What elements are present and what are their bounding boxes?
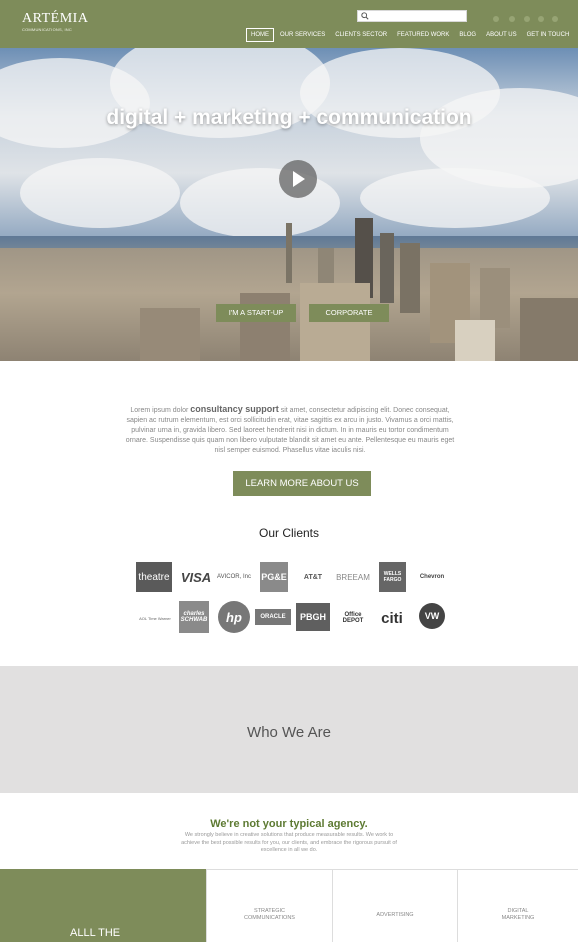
startup-button[interactable]: I'M A START-UP: [216, 304, 296, 322]
main-nav: HOME OUR SERVICES CLIENTS SECTOR FEATURE…: [246, 27, 575, 42]
intro-text: Lorem ipsum dolor consultancy support si…: [120, 404, 460, 456]
client-logo-aol-time-warner: AOL Time Warner: [139, 615, 171, 621]
client-logo-att: AT&T: [303, 573, 323, 581]
client-logo-chevron: Chevron: [419, 574, 445, 580]
intro-emphasis: consultancy support: [190, 404, 279, 414]
corporate-button[interactable]: CORPORATE: [309, 304, 389, 322]
client-logo-wells-fargo: WELLS FARGO: [379, 562, 406, 592]
nav-home[interactable]: HOME: [246, 27, 274, 42]
client-logo-pge: PG&E: [260, 562, 288, 592]
twitter-icon[interactable]: [493, 16, 499, 22]
services-intro-panel: ALLL THE: [0, 869, 206, 942]
youtube-icon[interactable]: [552, 16, 558, 22]
linkedin-icon[interactable]: [538, 16, 544, 22]
intro-after: sit amet, consectetur adipiscing elit. D…: [125, 407, 455, 454]
agency-text: We strongly believe in creative solution…: [181, 832, 397, 853]
service-label-advertising: ADVERTISING: [376, 912, 414, 918]
play-button[interactable]: [279, 160, 317, 198]
nav-our-services[interactable]: OUR SERVICES: [276, 29, 329, 41]
nav-clients-sector[interactable]: CLIENTS SECTOR: [331, 29, 391, 41]
client-logo-schwab: charles SCHWAB: [179, 601, 209, 633]
search-input[interactable]: [357, 10, 467, 22]
nav-about-us[interactable]: ABOUT US: [482, 29, 521, 41]
play-icon: [293, 171, 305, 187]
who-we-are-section: Who We Are: [0, 666, 578, 793]
facebook-f-icon[interactable]: [524, 16, 530, 22]
hero-title: digital + marketing + communication: [106, 106, 472, 129]
intro-before: Lorem ipsum dolor: [130, 407, 191, 414]
service-label-strategic: STRATEGIC COMMUNICATIONS: [244, 908, 295, 921]
nav-featured-work[interactable]: FEATURED WORK: [393, 29, 453, 41]
client-logo-vw: VW: [419, 603, 445, 629]
client-logo-citi: citi: [381, 609, 403, 627]
logo[interactable]: ARTÉMIA COMMUNICATIONS, INC: [22, 11, 89, 33]
client-logo-pbgh: PBGH: [296, 603, 330, 631]
client-logo-avicor: AVICOR, Inc: [217, 574, 251, 580]
who-we-are-title: Who We Are: [247, 724, 331, 741]
service-panel-digital[interactable]: DIGITAL MARKETING: [457, 869, 578, 942]
client-logo-oracle: ORACLE: [255, 609, 291, 625]
client-logo-hp: hp: [218, 601, 250, 633]
service-panel-strategic[interactable]: STRATEGIC COMMUNICATIONS: [206, 869, 332, 942]
client-logo-breeam: BREEAM: [336, 572, 370, 582]
client-logo-office-depot: Office DEPOT: [342, 612, 364, 624]
client-logo-visa: VISA: [180, 569, 212, 585]
services-intro-text: ALLL THE: [70, 927, 121, 939]
nav-get-in-touch[interactable]: GET IN TOUCH: [523, 29, 574, 41]
nav-blog[interactable]: BLOG: [455, 29, 480, 41]
agency-title: We're not your typical agency.: [210, 818, 368, 830]
learn-more-button[interactable]: LEARN MORE ABOUT US: [233, 471, 371, 496]
service-label-digital: DIGITAL MARKETING: [501, 908, 535, 921]
facebook-icon[interactable]: [509, 16, 515, 22]
logo-main: ARTÉMIA: [22, 11, 89, 26]
client-logo-theatre: theatre: [136, 562, 172, 592]
service-panel-advertising[interactable]: ADVERTISING: [332, 869, 457, 942]
search-icon: [361, 12, 369, 20]
clients-title: Our Clients: [258, 526, 320, 540]
site-header: ARTÉMIA COMMUNICATIONS, INC HOME OUR SER…: [0, 0, 578, 48]
logo-sub: COMMUNICATIONS, INC: [22, 27, 72, 32]
